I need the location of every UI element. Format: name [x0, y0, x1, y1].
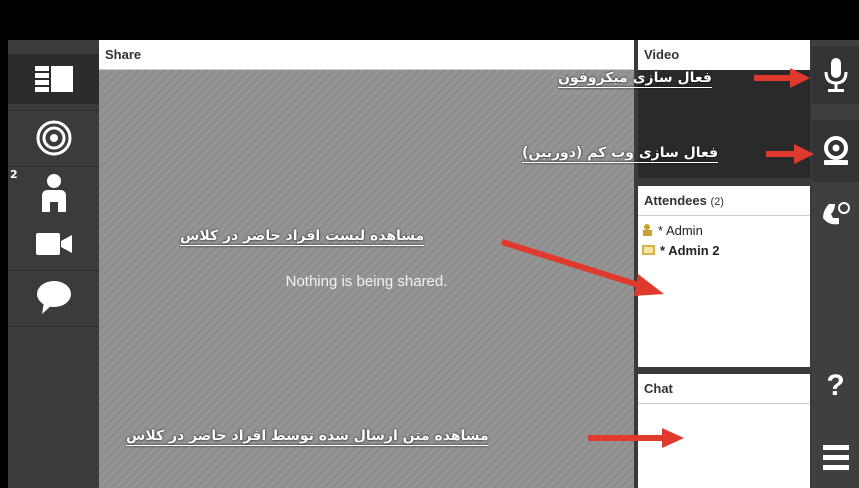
attendees-title: Attendees	[644, 193, 707, 208]
webcam-button[interactable]	[812, 120, 859, 182]
target-icon	[36, 120, 71, 156]
attendees-count: (2)	[710, 196, 724, 208]
attendees-icon	[41, 174, 66, 212]
microphone-icon	[824, 58, 847, 92]
camera-button[interactable]	[8, 220, 99, 268]
chat-bubble-icon	[36, 281, 71, 314]
attendees-badge: 2	[10, 168, 18, 181]
attendees-header: Attendees (2)	[638, 186, 810, 216]
layout-icon	[34, 66, 73, 92]
right-toolbar: ?	[812, 40, 859, 488]
left-toolbar: 2	[8, 40, 99, 488]
top-bar	[0, 0, 859, 40]
layout-button[interactable]	[8, 54, 99, 104]
attendee-name: * Admin 2	[660, 242, 720, 258]
user-lock-icon	[643, 224, 652, 236]
chat-button[interactable]	[8, 272, 99, 322]
arrow-chat	[588, 428, 684, 448]
presenter-button[interactable]	[8, 112, 99, 164]
attendees-button[interactable]: 2	[8, 168, 99, 218]
arrow-webcam	[766, 144, 814, 164]
annotation-chat: مشاهده متن ارسال شده توسط افراد حاضر در …	[126, 428, 489, 444]
help-button[interactable]: ?	[812, 358, 859, 414]
webcam-icon	[823, 136, 848, 165]
menu-icon	[822, 445, 849, 470]
phone-icon	[822, 202, 850, 225]
camera-icon	[35, 233, 72, 255]
microphone-button[interactable]	[812, 46, 859, 104]
help-icon: ?	[826, 369, 845, 402]
share-title: Share	[99, 40, 634, 70]
annotation-attendees: مشاهده لیست افراد حاضر در کلاس	[180, 228, 425, 244]
phone-button[interactable]	[812, 190, 859, 240]
annotation-webcam: فعال سازی وب کم (دوربین)	[522, 145, 719, 161]
arrow-attendees	[501, 239, 664, 296]
annotation-microphone: فعال سازی میکروفون	[558, 70, 712, 86]
arrow-microphone	[754, 68, 810, 88]
chat-title: Chat	[638, 374, 810, 404]
menu-button[interactable]	[812, 430, 859, 486]
